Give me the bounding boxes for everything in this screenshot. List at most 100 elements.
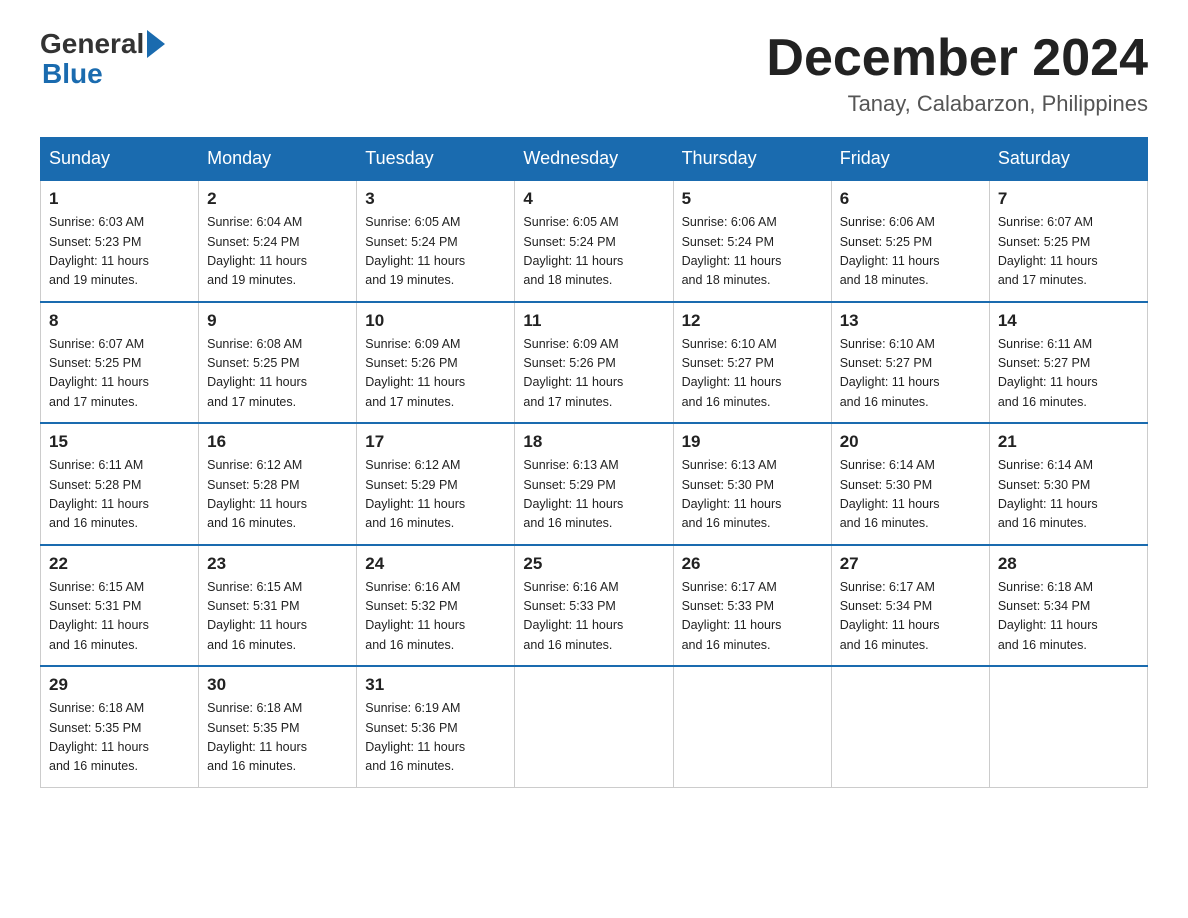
day-number: 25 bbox=[523, 554, 664, 574]
day-info: Sunrise: 6:19 AMSunset: 5:36 PMDaylight:… bbox=[365, 699, 506, 777]
day-number: 26 bbox=[682, 554, 823, 574]
header-row: SundayMondayTuesdayWednesdayThursdayFrid… bbox=[41, 138, 1148, 181]
day-number: 20 bbox=[840, 432, 981, 452]
calendar-cell: 25 Sunrise: 6:16 AMSunset: 5:33 PMDayligh… bbox=[515, 545, 673, 667]
logo: General Blue bbox=[40, 30, 166, 90]
day-number: 12 bbox=[682, 311, 823, 331]
day-info: Sunrise: 6:14 AMSunset: 5:30 PMDaylight:… bbox=[998, 456, 1139, 534]
day-info: Sunrise: 6:08 AMSunset: 5:25 PMDaylight:… bbox=[207, 335, 348, 413]
day-number: 13 bbox=[840, 311, 981, 331]
day-number: 21 bbox=[998, 432, 1139, 452]
day-number: 8 bbox=[49, 311, 190, 331]
calendar-cell: 26 Sunrise: 6:17 AMSunset: 5:33 PMDayligh… bbox=[673, 545, 831, 667]
day-info: Sunrise: 6:06 AMSunset: 5:25 PMDaylight:… bbox=[840, 213, 981, 291]
calendar-cell bbox=[515, 666, 673, 787]
day-info: Sunrise: 6:05 AMSunset: 5:24 PMDaylight:… bbox=[365, 213, 506, 291]
day-info: Sunrise: 6:15 AMSunset: 5:31 PMDaylight:… bbox=[49, 578, 190, 656]
calendar-cell: 18 Sunrise: 6:13 AMSunset: 5:29 PMDayligh… bbox=[515, 423, 673, 545]
day-number: 10 bbox=[365, 311, 506, 331]
day-info: Sunrise: 6:10 AMSunset: 5:27 PMDaylight:… bbox=[682, 335, 823, 413]
calendar-cell: 8 Sunrise: 6:07 AMSunset: 5:25 PMDaylight… bbox=[41, 302, 199, 424]
day-number: 16 bbox=[207, 432, 348, 452]
day-info: Sunrise: 6:18 AMSunset: 5:35 PMDaylight:… bbox=[207, 699, 348, 777]
calendar-body: 1Sunrise: 6:03 AMSunset: 5:23 PMDaylight… bbox=[41, 180, 1148, 787]
title-block: December 2024 Tanay, Calabarzon, Philipp… bbox=[766, 30, 1148, 117]
day-info: Sunrise: 6:15 AMSunset: 5:31 PMDaylight:… bbox=[207, 578, 348, 656]
header-saturday: Saturday bbox=[989, 138, 1147, 181]
calendar-cell bbox=[831, 666, 989, 787]
day-info: Sunrise: 6:07 AMSunset: 5:25 PMDaylight:… bbox=[998, 213, 1139, 291]
week-row-2: 8 Sunrise: 6:07 AMSunset: 5:25 PMDaylight… bbox=[41, 302, 1148, 424]
calendar-cell: 15 Sunrise: 6:11 AMSunset: 5:28 PMDayligh… bbox=[41, 423, 199, 545]
day-info: Sunrise: 6:12 AMSunset: 5:28 PMDaylight:… bbox=[207, 456, 348, 534]
header-friday: Friday bbox=[831, 138, 989, 181]
calendar-cell: 28Sunrise: 6:18 AMSunset: 5:34 PMDayligh… bbox=[989, 545, 1147, 667]
location-subtitle: Tanay, Calabarzon, Philippines bbox=[766, 91, 1148, 117]
day-number: 11 bbox=[523, 311, 664, 331]
calendar-cell: 4Sunrise: 6:05 AMSunset: 5:24 PMDaylight… bbox=[515, 180, 673, 302]
month-title: December 2024 bbox=[766, 30, 1148, 87]
day-number: 5 bbox=[682, 189, 823, 209]
day-info: Sunrise: 6:04 AMSunset: 5:24 PMDaylight:… bbox=[207, 213, 348, 291]
calendar-header: SundayMondayTuesdayWednesdayThursdayFrid… bbox=[41, 138, 1148, 181]
day-number: 29 bbox=[49, 675, 190, 695]
calendar-cell: 13 Sunrise: 6:10 AMSunset: 5:27 PMDayligh… bbox=[831, 302, 989, 424]
day-number: 23 bbox=[207, 554, 348, 574]
day-number: 18 bbox=[523, 432, 664, 452]
calendar-cell: 20Sunrise: 6:14 AMSunset: 5:30 PMDayligh… bbox=[831, 423, 989, 545]
calendar-cell: 7 Sunrise: 6:07 AMSunset: 5:25 PMDaylight… bbox=[989, 180, 1147, 302]
calendar-cell: 5 Sunrise: 6:06 AMSunset: 5:24 PMDaylight… bbox=[673, 180, 831, 302]
day-info: Sunrise: 6:13 AMSunset: 5:29 PMDaylight:… bbox=[523, 456, 664, 534]
day-info: Sunrise: 6:06 AMSunset: 5:24 PMDaylight:… bbox=[682, 213, 823, 291]
calendar-cell: 27Sunrise: 6:17 AMSunset: 5:34 PMDayligh… bbox=[831, 545, 989, 667]
calendar-cell: 6 Sunrise: 6:06 AMSunset: 5:25 PMDaylight… bbox=[831, 180, 989, 302]
calendar-cell: 22 Sunrise: 6:15 AMSunset: 5:31 PMDayligh… bbox=[41, 545, 199, 667]
logo-blue-text: Blue bbox=[42, 58, 103, 90]
calendar-cell: 12 Sunrise: 6:10 AMSunset: 5:27 PMDayligh… bbox=[673, 302, 831, 424]
day-number: 7 bbox=[998, 189, 1139, 209]
day-number: 6 bbox=[840, 189, 981, 209]
calendar-cell: 2 Sunrise: 6:04 AMSunset: 5:24 PMDaylight… bbox=[199, 180, 357, 302]
calendar-cell: 17Sunrise: 6:12 AMSunset: 5:29 PMDayligh… bbox=[357, 423, 515, 545]
day-number: 17 bbox=[365, 432, 506, 452]
day-info: Sunrise: 6:09 AMSunset: 5:26 PMDaylight:… bbox=[365, 335, 506, 413]
header-tuesday: Tuesday bbox=[357, 138, 515, 181]
day-number: 19 bbox=[682, 432, 823, 452]
day-number: 30 bbox=[207, 675, 348, 695]
day-info: Sunrise: 6:11 AMSunset: 5:27 PMDaylight:… bbox=[998, 335, 1139, 413]
logo-arrow-icon bbox=[147, 30, 165, 58]
logo-general-text: General bbox=[40, 30, 144, 58]
day-info: Sunrise: 6:17 AMSunset: 5:33 PMDaylight:… bbox=[682, 578, 823, 656]
day-info: Sunrise: 6:05 AMSunset: 5:24 PMDaylight:… bbox=[523, 213, 664, 291]
day-info: Sunrise: 6:13 AMSunset: 5:30 PMDaylight:… bbox=[682, 456, 823, 534]
calendar-cell: 3Sunrise: 6:05 AMSunset: 5:24 PMDaylight… bbox=[357, 180, 515, 302]
header-thursday: Thursday bbox=[673, 138, 831, 181]
day-number: 14 bbox=[998, 311, 1139, 331]
day-info: Sunrise: 6:10 AMSunset: 5:27 PMDaylight:… bbox=[840, 335, 981, 413]
calendar-cell: 21 Sunrise: 6:14 AMSunset: 5:30 PMDayligh… bbox=[989, 423, 1147, 545]
header-wednesday: Wednesday bbox=[515, 138, 673, 181]
page-header: General Blue December 2024 Tanay, Calaba… bbox=[40, 30, 1148, 117]
week-row-3: 15 Sunrise: 6:11 AMSunset: 5:28 PMDayligh… bbox=[41, 423, 1148, 545]
calendar-cell: 24Sunrise: 6:16 AMSunset: 5:32 PMDayligh… bbox=[357, 545, 515, 667]
day-number: 24 bbox=[365, 554, 506, 574]
calendar-cell: 29Sunrise: 6:18 AMSunset: 5:35 PMDayligh… bbox=[41, 666, 199, 787]
calendar-cell: 31Sunrise: 6:19 AMSunset: 5:36 PMDayligh… bbox=[357, 666, 515, 787]
calendar-cell: 11 Sunrise: 6:09 AMSunset: 5:26 PMDayligh… bbox=[515, 302, 673, 424]
day-number: 27 bbox=[840, 554, 981, 574]
calendar-cell: 16 Sunrise: 6:12 AMSunset: 5:28 PMDayligh… bbox=[199, 423, 357, 545]
calendar-cell: 14 Sunrise: 6:11 AMSunset: 5:27 PMDayligh… bbox=[989, 302, 1147, 424]
day-number: 28 bbox=[998, 554, 1139, 574]
calendar-cell bbox=[673, 666, 831, 787]
day-number: 15 bbox=[49, 432, 190, 452]
day-number: 2 bbox=[207, 189, 348, 209]
day-info: Sunrise: 6:09 AMSunset: 5:26 PMDaylight:… bbox=[523, 335, 664, 413]
calendar-cell: 9 Sunrise: 6:08 AMSunset: 5:25 PMDaylight… bbox=[199, 302, 357, 424]
day-info: Sunrise: 6:16 AMSunset: 5:33 PMDaylight:… bbox=[523, 578, 664, 656]
day-info: Sunrise: 6:11 AMSunset: 5:28 PMDaylight:… bbox=[49, 456, 190, 534]
logo-top: General bbox=[40, 30, 166, 58]
day-number: 9 bbox=[207, 311, 348, 331]
calendar-cell: 1Sunrise: 6:03 AMSunset: 5:23 PMDaylight… bbox=[41, 180, 199, 302]
day-number: 22 bbox=[49, 554, 190, 574]
day-info: Sunrise: 6:07 AMSunset: 5:25 PMDaylight:… bbox=[49, 335, 190, 413]
